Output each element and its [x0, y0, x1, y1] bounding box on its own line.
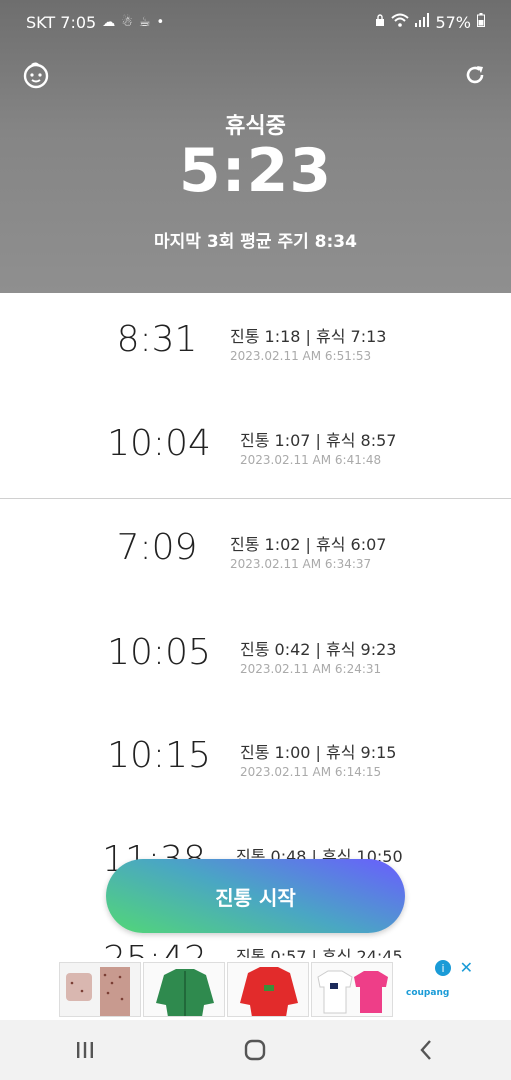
cycle-time: 7:09: [116, 527, 198, 568]
ad-banner[interactable]: i ✕ coupang: [0, 958, 511, 1020]
list-item[interactable]: 7:09 진통 1:02 | 휴식 6:07 2023.02.11 AM 6:3…: [0, 501, 511, 601]
entry-summary: 진통 0:42 | 휴식 9:23: [240, 640, 397, 659]
cloud-icon: ☁: [102, 14, 116, 30]
ad-product-image[interactable]: [227, 962, 309, 1017]
cycle-time: 10:15: [107, 735, 211, 776]
entry-timestamp: 2023.02.11 AM 6:34:37: [230, 557, 372, 571]
ad-info-icon[interactable]: i: [435, 960, 451, 976]
wifi-icon: [391, 13, 410, 31]
list-item[interactable]: 8:31 진통 1:18 | 휴식 7:13 2023.02.11 AM 6:5…: [0, 293, 511, 393]
home-icon[interactable]: [225, 1030, 285, 1070]
entry-info: 진통 1:07 | 휴식 8:57 2023.02.11 AM 6:41:48: [240, 427, 396, 467]
battery-percent: 57%: [435, 12, 471, 32]
baby-icon: ☃: [121, 14, 133, 30]
more-dot: •: [156, 14, 165, 30]
entry-summary: 진통 1:02 | 휴식 6:07: [230, 535, 387, 554]
system-nav-bar: [0, 1020, 511, 1080]
start-contraction-label: 진통 시작: [215, 885, 296, 910]
ad-close-icon[interactable]: ✕: [460, 958, 473, 977]
start-contraction-button[interactable]: 진통 시작: [106, 859, 405, 933]
entry-info: 진통 1:00 | 휴식 9:15 2023.02.11 AM 6:14:15: [240, 739, 396, 779]
signal-icon: [415, 13, 430, 31]
status-bar: SKT 7:05 ☁ ☃ ☕ • 57%: [0, 0, 511, 44]
entry-timestamp: 2023.02.11 AM 6:14:15: [240, 765, 382, 779]
cycle-time: 10:05: [107, 632, 211, 673]
average-cycle: 마지막 3회 평균 주기 8:34: [154, 232, 357, 252]
entry-timestamp: 2023.02.11 AM 6:51:53: [230, 349, 372, 363]
entry-timestamp: 2023.02.11 AM 6:24:31: [240, 662, 382, 676]
ad-brand: coupang: [406, 988, 450, 998]
recent-apps-icon[interactable]: [55, 1030, 115, 1070]
status-right: 57%: [375, 13, 485, 32]
entry-info: 진통 1:18 | 휴식 7:13 2023.02.11 AM 6:51:53: [230, 323, 386, 363]
refresh-icon[interactable]: [460, 60, 490, 90]
list-item[interactable]: 10:15 진통 1:00 | 휴식 9:15 2023.02.11 AM 6:…: [0, 709, 511, 809]
header: SKT 7:05 ☁ ☃ ☕ • 57% 휴식중 5:23 마지막 3회 평균 …: [0, 0, 511, 293]
cycle-time: 8:31: [116, 319, 198, 360]
cycle-time: 10:04: [107, 423, 211, 464]
divider: [0, 498, 511, 499]
baby-face-icon[interactable]: [21, 60, 51, 90]
entry-info: 진통 0:42 | 휴식 9:23 2023.02.11 AM 6:24:31: [240, 636, 396, 676]
ad-product-image[interactable]: [143, 962, 225, 1017]
list-item[interactable]: 10:04 진통 1:07 | 휴식 8:57 2023.02.11 AM 6:…: [0, 397, 511, 497]
ad-product-image[interactable]: [59, 962, 141, 1017]
battery-icon: [477, 13, 485, 31]
entry-timestamp: 2023.02.11 AM 6:41:48: [240, 453, 382, 467]
entry-summary: 진통 1:18 | 휴식 7:13: [230, 327, 387, 346]
entry-summary: 진통 1:07 | 휴식 8:57: [240, 431, 397, 450]
rest-timer: 5:23: [178, 136, 333, 206]
coffee-icon: ☕: [138, 14, 151, 30]
back-icon[interactable]: [396, 1030, 456, 1070]
carrier-time: SKT 7:05: [26, 12, 97, 32]
ad-product-image[interactable]: [311, 962, 393, 1017]
entry-info: 진통 1:02 | 휴식 6:07 2023.02.11 AM 6:34:37: [230, 531, 386, 571]
status-left: SKT 7:05 ☁ ☃ ☕ •: [26, 13, 164, 32]
lock-icon: [375, 14, 385, 30]
entry-summary: 진통 1:00 | 휴식 9:15: [240, 743, 397, 762]
list-item[interactable]: 10:05 진통 0:42 | 휴식 9:23 2023.02.11 AM 6:…: [0, 606, 511, 706]
